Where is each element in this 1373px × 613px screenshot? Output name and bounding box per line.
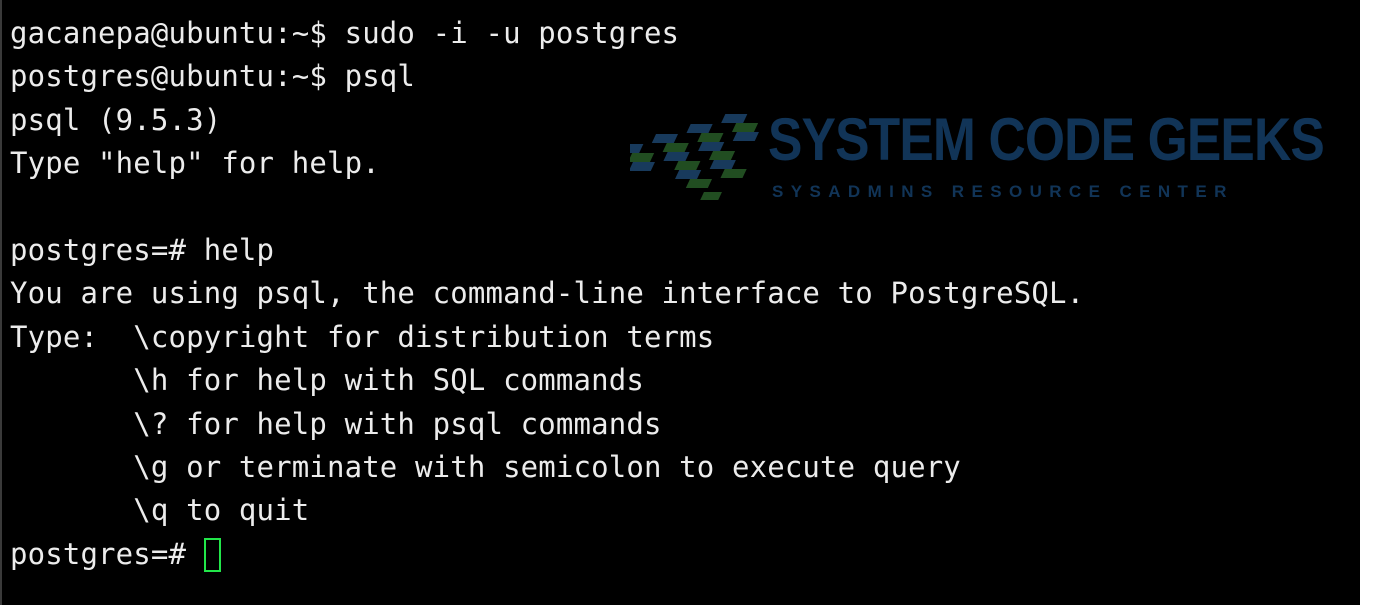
terminal-prompt: postgres=#	[10, 536, 204, 571]
terminal-line: \h for help with SQL commands	[10, 363, 644, 398]
terminal-line: \q to quit	[10, 493, 310, 528]
watermark: SYSTEM CODE GEEKS SYSADMINS RESOURCE CEN…	[630, 104, 1325, 214]
terminal-output: gacanepa@ubuntu:~$ sudo -i -u postgres p…	[10, 12, 1084, 576]
watermark-subtitle: SYSADMINS RESOURCE CENTER	[772, 182, 1234, 201]
terminal-line: You are using psql, the command-line int…	[10, 276, 1085, 311]
terminal-line: postgres=# help	[10, 232, 275, 267]
terminal-cursor[interactable]	[203, 537, 221, 572]
terminal-window[interactable]: gacanepa@ubuntu:~$ sudo -i -u postgres p…	[0, 0, 1360, 605]
terminal-line: \? for help with psql commands	[10, 406, 662, 441]
terminal-prompt-line[interactable]: postgres=#	[10, 533, 1084, 576]
terminal-line: postgres@ubuntu:~$ psql	[10, 59, 416, 94]
checkered-flag-logo-icon	[630, 114, 759, 200]
watermark-title: SYSTEM CODE GEEKS	[768, 106, 1325, 173]
terminal-line: gacanepa@ubuntu:~$ sudo -i -u postgres	[10, 16, 680, 50]
terminal-line: Type: \copyright for distribution terms	[10, 319, 715, 354]
terminal-line: \g or terminate with semicolon to execut…	[10, 449, 961, 484]
